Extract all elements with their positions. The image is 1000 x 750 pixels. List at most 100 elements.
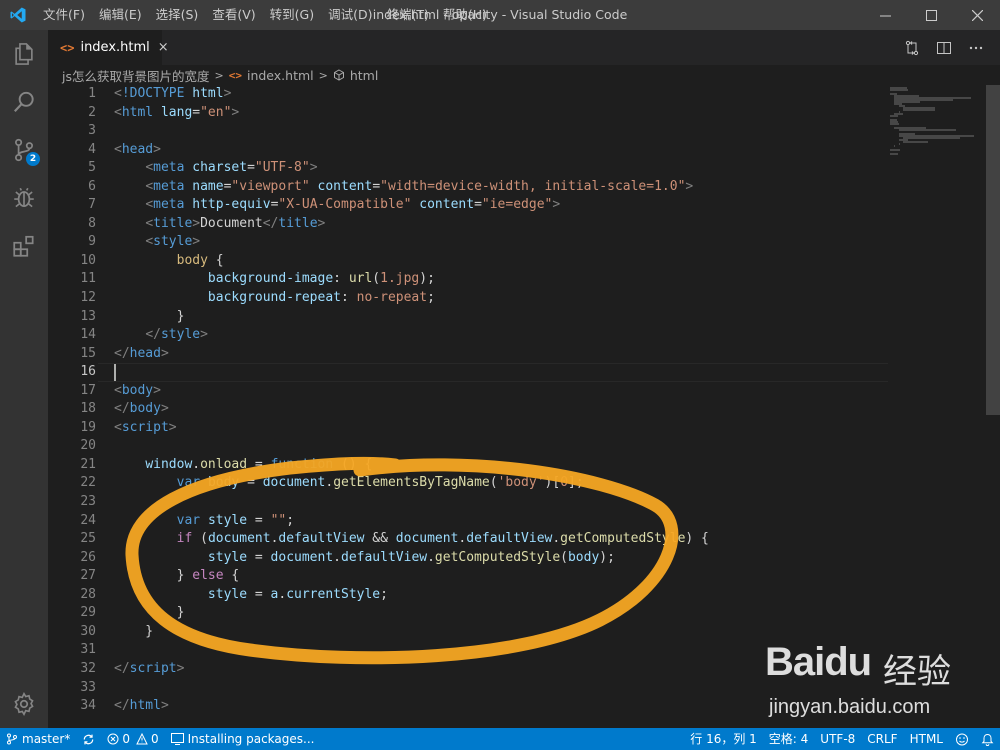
code-line: <meta http-equiv="X-UA-Compatible" conte… — [145, 197, 561, 213]
line-number: 3 — [88, 123, 96, 139]
menu-file[interactable]: 文件(F) — [36, 0, 92, 30]
open-changes-button[interactable] — [896, 30, 928, 65]
notifications-button[interactable] — [975, 728, 1000, 750]
encoding-status[interactable]: UTF-8 — [814, 728, 861, 750]
line-number: 15 — [80, 345, 96, 361]
line-number: 27 — [80, 568, 96, 584]
sync-button[interactable] — [76, 733, 101, 746]
search-icon — [14, 91, 34, 112]
code-line: <meta name="viewport" content="width=dev… — [145, 178, 694, 194]
code-line: style = document.defaultView.getComputed… — [207, 549, 615, 565]
vertical-scrollbar[interactable] — [986, 85, 1000, 728]
task-label: Installing packages... — [187, 732, 315, 746]
breadcrumb-file[interactable]: index.html — [247, 68, 314, 83]
maximize-button[interactable] — [908, 0, 954, 30]
line-number: 2 — [88, 104, 96, 120]
minimize-button[interactable] — [862, 0, 908, 30]
chevron-right-icon: > — [318, 68, 328, 82]
extensions-icon — [13, 235, 34, 257]
code-line: <head> — [114, 141, 161, 157]
code-line: window.onload = function () { — [145, 456, 373, 472]
scrollbar-thumb[interactable] — [986, 85, 1000, 415]
line-number: 13 — [80, 308, 96, 324]
code-line: <body> — [114, 382, 161, 398]
menu-selection[interactable]: 选择(S) — [149, 0, 206, 30]
line-number: 14 — [80, 327, 96, 343]
status-bar: master* 0 0 Installing packages... 行 16，… — [0, 728, 1000, 750]
menu-debug[interactable]: 调试(D) — [321, 0, 379, 30]
sync-icon — [84, 734, 94, 744]
eol-status[interactable]: CRLF — [861, 728, 903, 750]
menu-view[interactable]: 查看(V) — [205, 0, 262, 30]
open-changes-icon — [905, 40, 919, 55]
smiley-feedback-icon — [956, 733, 968, 745]
code-line: <title>Document</title> — [145, 215, 326, 231]
code-line: <html lang="en"> — [114, 104, 240, 120]
extensions-button[interactable] — [0, 222, 48, 270]
code-editor[interactable]: 1 2 3 4 5 6 7 8 9 10 11 12 13 14 15 16 17 18 19 20 21 22 23 24 2… — [48, 85, 1000, 728]
code-line: <style> — [145, 234, 201, 250]
feedback-button[interactable] — [949, 728, 975, 750]
line-number: 16 — [80, 364, 96, 380]
code-line: background-image: url(1.jpg); — [207, 271, 435, 287]
minimap[interactable] — [890, 85, 986, 728]
settings-gear-icon — [14, 692, 34, 716]
line-number: 34 — [80, 698, 96, 714]
debug-icon — [14, 187, 34, 208]
line-number: 23 — [80, 494, 96, 510]
minimap-line — [903, 137, 961, 139]
more-actions-icon — [969, 46, 983, 49]
line-number: 6 — [88, 178, 96, 194]
language-mode[interactable]: HTML — [904, 728, 949, 750]
activity-bar: 2 — [0, 30, 48, 728]
minimap-line — [898, 143, 900, 145]
code-lines[interactable]: <!DOCTYPE html> <html lang="en"> <head> … — [114, 85, 890, 716]
tab-close-icon[interactable]: × — [158, 40, 169, 55]
code-line: body { — [176, 252, 224, 268]
line-number: 33 — [80, 679, 96, 695]
indentation-status[interactable]: 空格: 4 — [763, 728, 815, 750]
task-status[interactable]: Installing packages... — [165, 728, 321, 750]
more-actions-button[interactable] — [960, 30, 992, 65]
explorer-button[interactable] — [0, 30, 48, 78]
warning-icon — [136, 733, 148, 745]
symbol-cube-icon — [333, 69, 344, 81]
breadcrumb-folder[interactable]: js怎么获取背景图片的宽度 — [62, 66, 210, 85]
source-control-button[interactable]: 2 — [0, 126, 48, 174]
line-number: 28 — [80, 586, 96, 602]
menu-help[interactable]: 帮助(H) — [436, 0, 494, 30]
search-button[interactable] — [0, 78, 48, 126]
manage-button[interactable] — [0, 680, 48, 728]
code-line: </style> — [145, 327, 208, 343]
minimap-line — [890, 153, 898, 155]
code-line: } — [114, 623, 154, 639]
minimap-line — [903, 141, 929, 143]
problems-status[interactable]: 0 0 — [101, 728, 164, 750]
html-file-icon: <> — [228, 68, 242, 82]
breadcrumb-symbol[interactable]: html — [350, 68, 378, 83]
line-number: 19 — [80, 419, 96, 435]
line-number-gutter: 1 2 3 4 5 6 7 8 9 10 11 12 13 14 15 16 17 18 19 20 21 22 23 24 2… — [48, 85, 98, 716]
minimap-line — [890, 89, 908, 91]
code-line: </head> — [114, 345, 169, 361]
code-line: </html> — [114, 698, 169, 714]
line-number: 17 — [80, 382, 96, 398]
line-number: 21 — [80, 456, 96, 472]
close-button[interactable] — [954, 0, 1000, 30]
menu-go[interactable]: 转到(G) — [263, 0, 321, 30]
menu-edit[interactable]: 编辑(E) — [92, 0, 149, 30]
tab-index-html[interactable]: <> index.html × — [48, 30, 169, 65]
git-branch-status[interactable]: master* — [0, 728, 76, 750]
menu-terminal[interactable]: 终端(T) — [379, 0, 435, 30]
line-number: 10 — [80, 252, 96, 268]
cursor-position[interactable]: 行 16，列 1 — [684, 728, 763, 750]
editor-tabs: <> index.html × — [48, 30, 1000, 65]
split-editor-button[interactable] — [928, 30, 960, 65]
line-number: 25 — [80, 531, 96, 547]
line-number: 8 — [88, 215, 96, 231]
debug-button[interactable] — [0, 174, 48, 222]
